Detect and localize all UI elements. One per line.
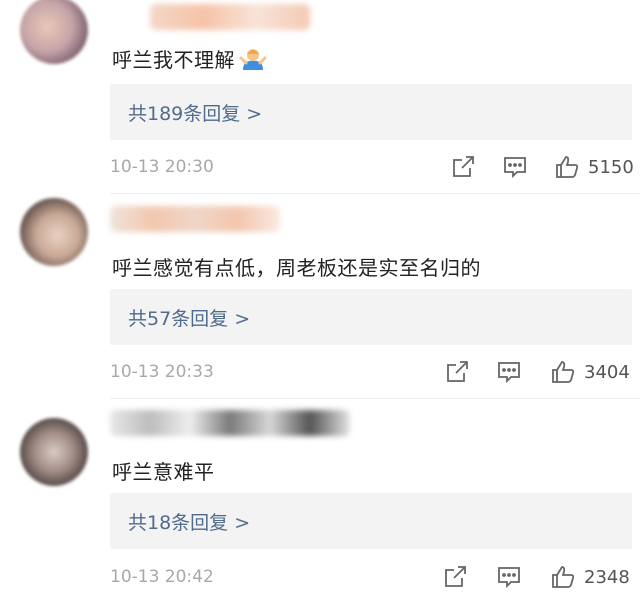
username-blurred[interactable] (110, 206, 280, 232)
comment-icon[interactable] (496, 359, 522, 385)
comment-time: 10-13 20:33 (110, 362, 214, 382)
username-blurred[interactable] (150, 4, 310, 30)
divider (110, 398, 640, 399)
share-icon[interactable] (450, 154, 476, 180)
view-replies-button[interactable]: 共189条回复 > (110, 84, 632, 140)
comment-time: 10-13 20:30 (110, 157, 214, 177)
divider (110, 193, 640, 194)
like-icon[interactable] (550, 359, 576, 385)
comment-footer: 10-13 20:33 3404 (110, 359, 632, 389)
like-count: 3404 (584, 362, 630, 383)
comment-icon[interactable] (502, 154, 528, 180)
view-replies-button[interactable]: 共57条回复 > (110, 289, 632, 345)
share-icon[interactable] (442, 564, 468, 590)
comment-icon[interactable] (496, 564, 522, 590)
comment-text: 呼兰感觉有点低，周老板还是实至名归的 (112, 256, 481, 280)
person-tipping-hand-emoji (239, 46, 267, 77)
like-icon[interactable] (550, 564, 576, 590)
share-icon[interactable] (444, 359, 470, 385)
view-replies-button[interactable]: 共18条回复 > (110, 493, 632, 549)
avatar[interactable] (20, 418, 88, 486)
avatar[interactable] (20, 0, 88, 64)
replies-label: 共57条回复 > (128, 307, 251, 330)
comment-text: 呼兰我不理解 (112, 44, 267, 77)
like-count: 2348 (584, 567, 630, 588)
username-blurred[interactable] (110, 410, 350, 436)
avatar[interactable] (20, 198, 88, 266)
comment-footer: 10-13 20:30 5150 (110, 154, 634, 184)
replies-label: 共189条回复 > (128, 102, 263, 125)
comment-text: 呼兰意难平 (112, 460, 215, 484)
like-count: 5150 (588, 157, 634, 178)
replies-label: 共18条回复 > (128, 511, 251, 534)
comment-footer: 10-13 20:42 2348 (110, 564, 632, 594)
like-icon[interactable] (554, 154, 580, 180)
comment-time: 10-13 20:42 (110, 567, 214, 587)
